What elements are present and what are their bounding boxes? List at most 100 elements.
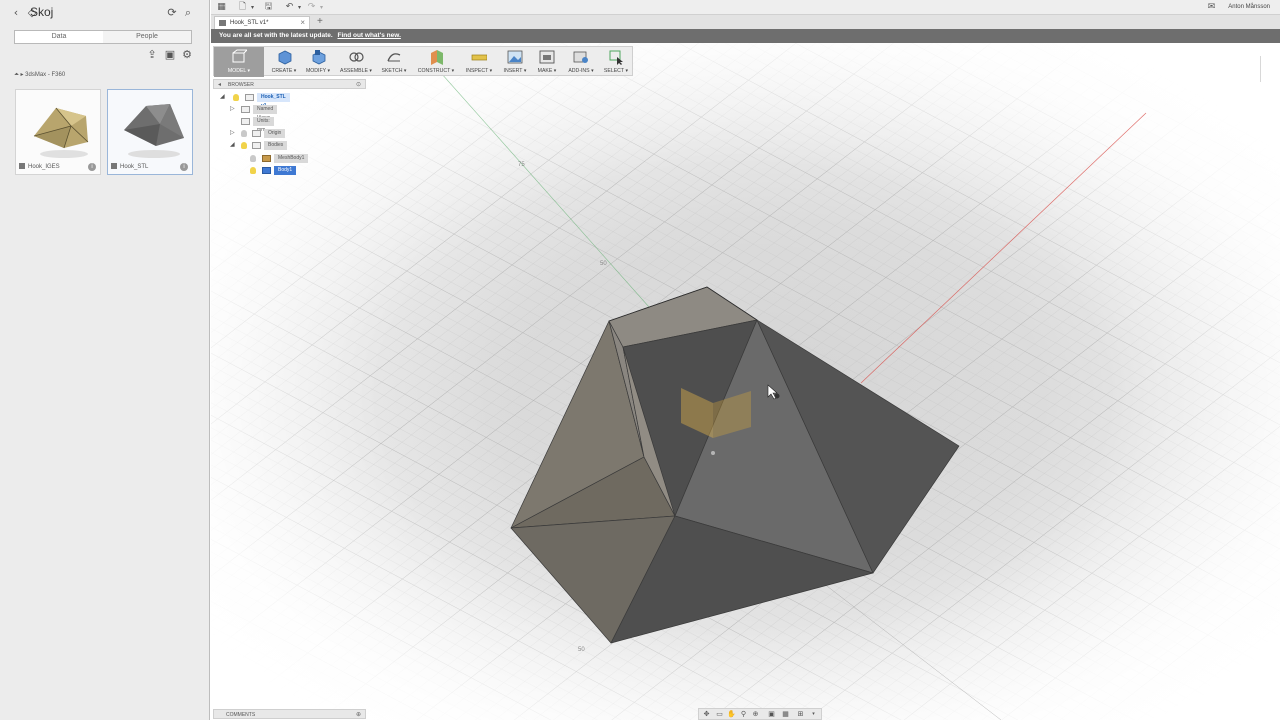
design-toolbar: MODEL ▾ CREATE ▾ MODIFY ▾ ASSEMBLE ▾ SKE… xyxy=(213,46,633,77)
solid-body-icon xyxy=(262,167,271,174)
upload-icon[interactable]: ⇪ xyxy=(145,48,159,62)
data-panel-header: ‹ ◇ Skoj ⟳ ⌕ xyxy=(0,0,210,26)
refresh-icon[interactable]: ⟳ xyxy=(165,6,179,20)
model-workspace-button[interactable]: MODEL ▾ xyxy=(214,47,264,77)
pan-hand-icon[interactable]: ✋ xyxy=(727,710,736,719)
dropdown-icon[interactable]: ▾ xyxy=(809,710,818,719)
tree-label: MeshBody1 xyxy=(274,154,309,163)
expand-triangle-icon[interactable]: ◢ xyxy=(220,93,225,102)
document-icon xyxy=(245,94,254,101)
mesh-body-icon xyxy=(262,155,271,162)
orbit-icon[interactable]: ✥ xyxy=(702,710,711,719)
visibility-bulb-icon[interactable] xyxy=(241,142,247,149)
visibility-bulb-icon[interactable] xyxy=(250,155,256,162)
tree-label: Units: mm xyxy=(253,117,274,133)
visibility-bulb-icon[interactable] xyxy=(233,94,239,101)
hook-stl-preview-image xyxy=(124,104,184,158)
units-doc-icon xyxy=(241,118,250,125)
tool-label: MODIFY ▾ xyxy=(305,68,331,74)
visibility-bulb-icon[interactable] xyxy=(250,167,256,174)
file-thumbnail-hook-iges[interactable]: Hook_IGES i xyxy=(15,89,101,175)
banner-text: You are all set with the latest update. xyxy=(219,32,333,39)
modify-menu-button[interactable]: MODIFY ▾ xyxy=(302,47,334,77)
tool-label: ASSEMBLE ▾ xyxy=(339,68,372,74)
expand-triangle-icon[interactable]: ◢ xyxy=(230,141,235,150)
axis-tick-label: 75 xyxy=(518,162,525,168)
expand-triangle-icon[interactable]: ▷ xyxy=(230,129,235,138)
fusion360-window: ‹ ◇ Skoj ⟳ ⌕ Data People ⇪ ▣ ⚙ ⏶ ▸ 3dsMa… xyxy=(0,0,1280,720)
inspect-menu-button[interactable]: INSPECT ▾ xyxy=(462,47,496,77)
make-print-icon xyxy=(539,50,555,64)
create-cube-icon xyxy=(278,50,292,65)
close-tab-icon[interactable]: × xyxy=(300,18,305,27)
new-tab-plus-icon[interactable]: + xyxy=(317,16,323,27)
file-menu-dropdown-icon[interactable]: ▾ xyxy=(247,2,258,13)
tool-label: INSERT ▾ xyxy=(503,68,527,74)
breadcrumb[interactable]: ⏶ ▸ 3dsMax - F360 xyxy=(14,71,65,79)
add-comment-icon[interactable]: ⊕ xyxy=(356,711,361,718)
whats-new-link[interactable]: Find out what's new. xyxy=(337,32,400,39)
3d-canvas-viewport[interactable]: 75 50 50 xyxy=(211,43,1280,720)
comments-panel[interactable]: COMMENTS ⊕ xyxy=(213,709,366,719)
tool-label: CREATE ▾ xyxy=(271,68,297,74)
data-panel-actions: ⇪ ▣ ⚙ xyxy=(145,48,195,62)
sketch-menu-button[interactable]: SKETCH ▾ xyxy=(378,47,410,77)
select-menu-button[interactable]: SELECT ▾ xyxy=(600,47,632,77)
insert-image-icon xyxy=(507,50,523,64)
tool-label: CONSTRUCT ▾ xyxy=(417,68,455,74)
grid-settings-icon[interactable]: ▦ xyxy=(781,710,790,719)
comments-label: COMMENTS xyxy=(226,712,256,718)
project-home-icon: ⏶ xyxy=(14,71,19,78)
browser-panel-header[interactable]: ◂ BROWSER ⊙ xyxy=(213,79,366,89)
back-arrow-icon[interactable]: ‹ xyxy=(9,6,23,20)
document-tab-bar: Hook_STL v1* × + xyxy=(211,15,1280,29)
assemble-menu-button[interactable]: ASSEMBLE ▾ xyxy=(338,47,374,77)
tool-label: MAKE ▾ xyxy=(537,68,557,74)
file-name: Hook_STL xyxy=(120,164,149,170)
notifications-icon[interactable]: ✉ xyxy=(1206,2,1217,13)
tree-label: Bodies xyxy=(264,141,288,150)
undo-dropdown-icon[interactable]: ▾ xyxy=(294,2,305,13)
breadcrumb-label: ▸ 3dsMax - F360 xyxy=(20,72,66,78)
scene-graphics: 75 50 50 xyxy=(211,43,1280,720)
info-icon[interactable]: i xyxy=(180,163,188,171)
fit-icon[interactable]: ⊕ xyxy=(751,710,760,719)
settings-gear-icon[interactable]: ⚙ xyxy=(180,48,194,62)
zoom-icon[interactable]: ⚲ xyxy=(739,710,748,719)
document-tab[interactable]: Hook_STL v1* × xyxy=(214,16,310,29)
document-icon xyxy=(219,20,226,26)
tree-label: Body1 xyxy=(274,166,297,175)
save-icon[interactable]: 🖫 xyxy=(263,2,274,13)
tree-label: Origin xyxy=(264,129,286,138)
display-settings-icon[interactable]: ▣ xyxy=(767,710,776,719)
create-menu-button[interactable]: CREATE ▾ xyxy=(268,47,300,77)
info-icon[interactable]: i xyxy=(88,163,96,171)
inspect-ruler-icon xyxy=(471,54,487,61)
user-account-name[interactable]: Anton Månsson xyxy=(1228,4,1270,10)
tool-label: INSPECT ▾ xyxy=(465,68,493,74)
addins-menu-button[interactable]: ADD-INS ▾ xyxy=(564,47,598,77)
make-menu-button[interactable]: MAKE ▾ xyxy=(532,47,562,77)
navigation-bar: ✥ ▭ ✋ ⚲ ⊕ ▣ ▦ ⊞ ▾ xyxy=(698,708,822,720)
tool-label: SELECT ▾ xyxy=(603,68,629,74)
new-folder-icon[interactable]: ▣ xyxy=(163,48,177,62)
redo-dropdown-icon[interactable]: ▾ xyxy=(316,2,327,13)
view-cube[interactable] xyxy=(1260,56,1274,82)
expand-triangle-icon[interactable]: ▷ xyxy=(230,105,235,114)
search-icon[interactable]: ⌕ xyxy=(181,6,195,20)
insert-menu-button[interactable]: INSERT ▾ xyxy=(500,47,530,77)
sketch-icon xyxy=(387,53,401,62)
construct-menu-button[interactable]: CONSTRUCT ▾ xyxy=(414,47,458,77)
banner-message: You are all set with the latest update. … xyxy=(219,32,401,39)
collapse-triangle-icon[interactable]: ◂ xyxy=(218,81,221,88)
tab-data[interactable]: Data xyxy=(15,31,103,43)
visibility-bulb-icon[interactable] xyxy=(241,130,247,137)
data-panel-grid-icon[interactable]: ▦ xyxy=(216,2,227,13)
pin-icon[interactable]: ⊙ xyxy=(356,81,361,88)
file-thumbnail-hook-stl[interactable]: Hook_STL i xyxy=(107,89,193,175)
tab-people[interactable]: People xyxy=(103,31,191,43)
tool-label: ADD-INS ▾ xyxy=(568,68,594,74)
select-arrow-icon xyxy=(609,50,623,65)
look-at-icon[interactable]: ▭ xyxy=(715,710,724,719)
viewports-icon[interactable]: ⊞ xyxy=(796,710,805,719)
